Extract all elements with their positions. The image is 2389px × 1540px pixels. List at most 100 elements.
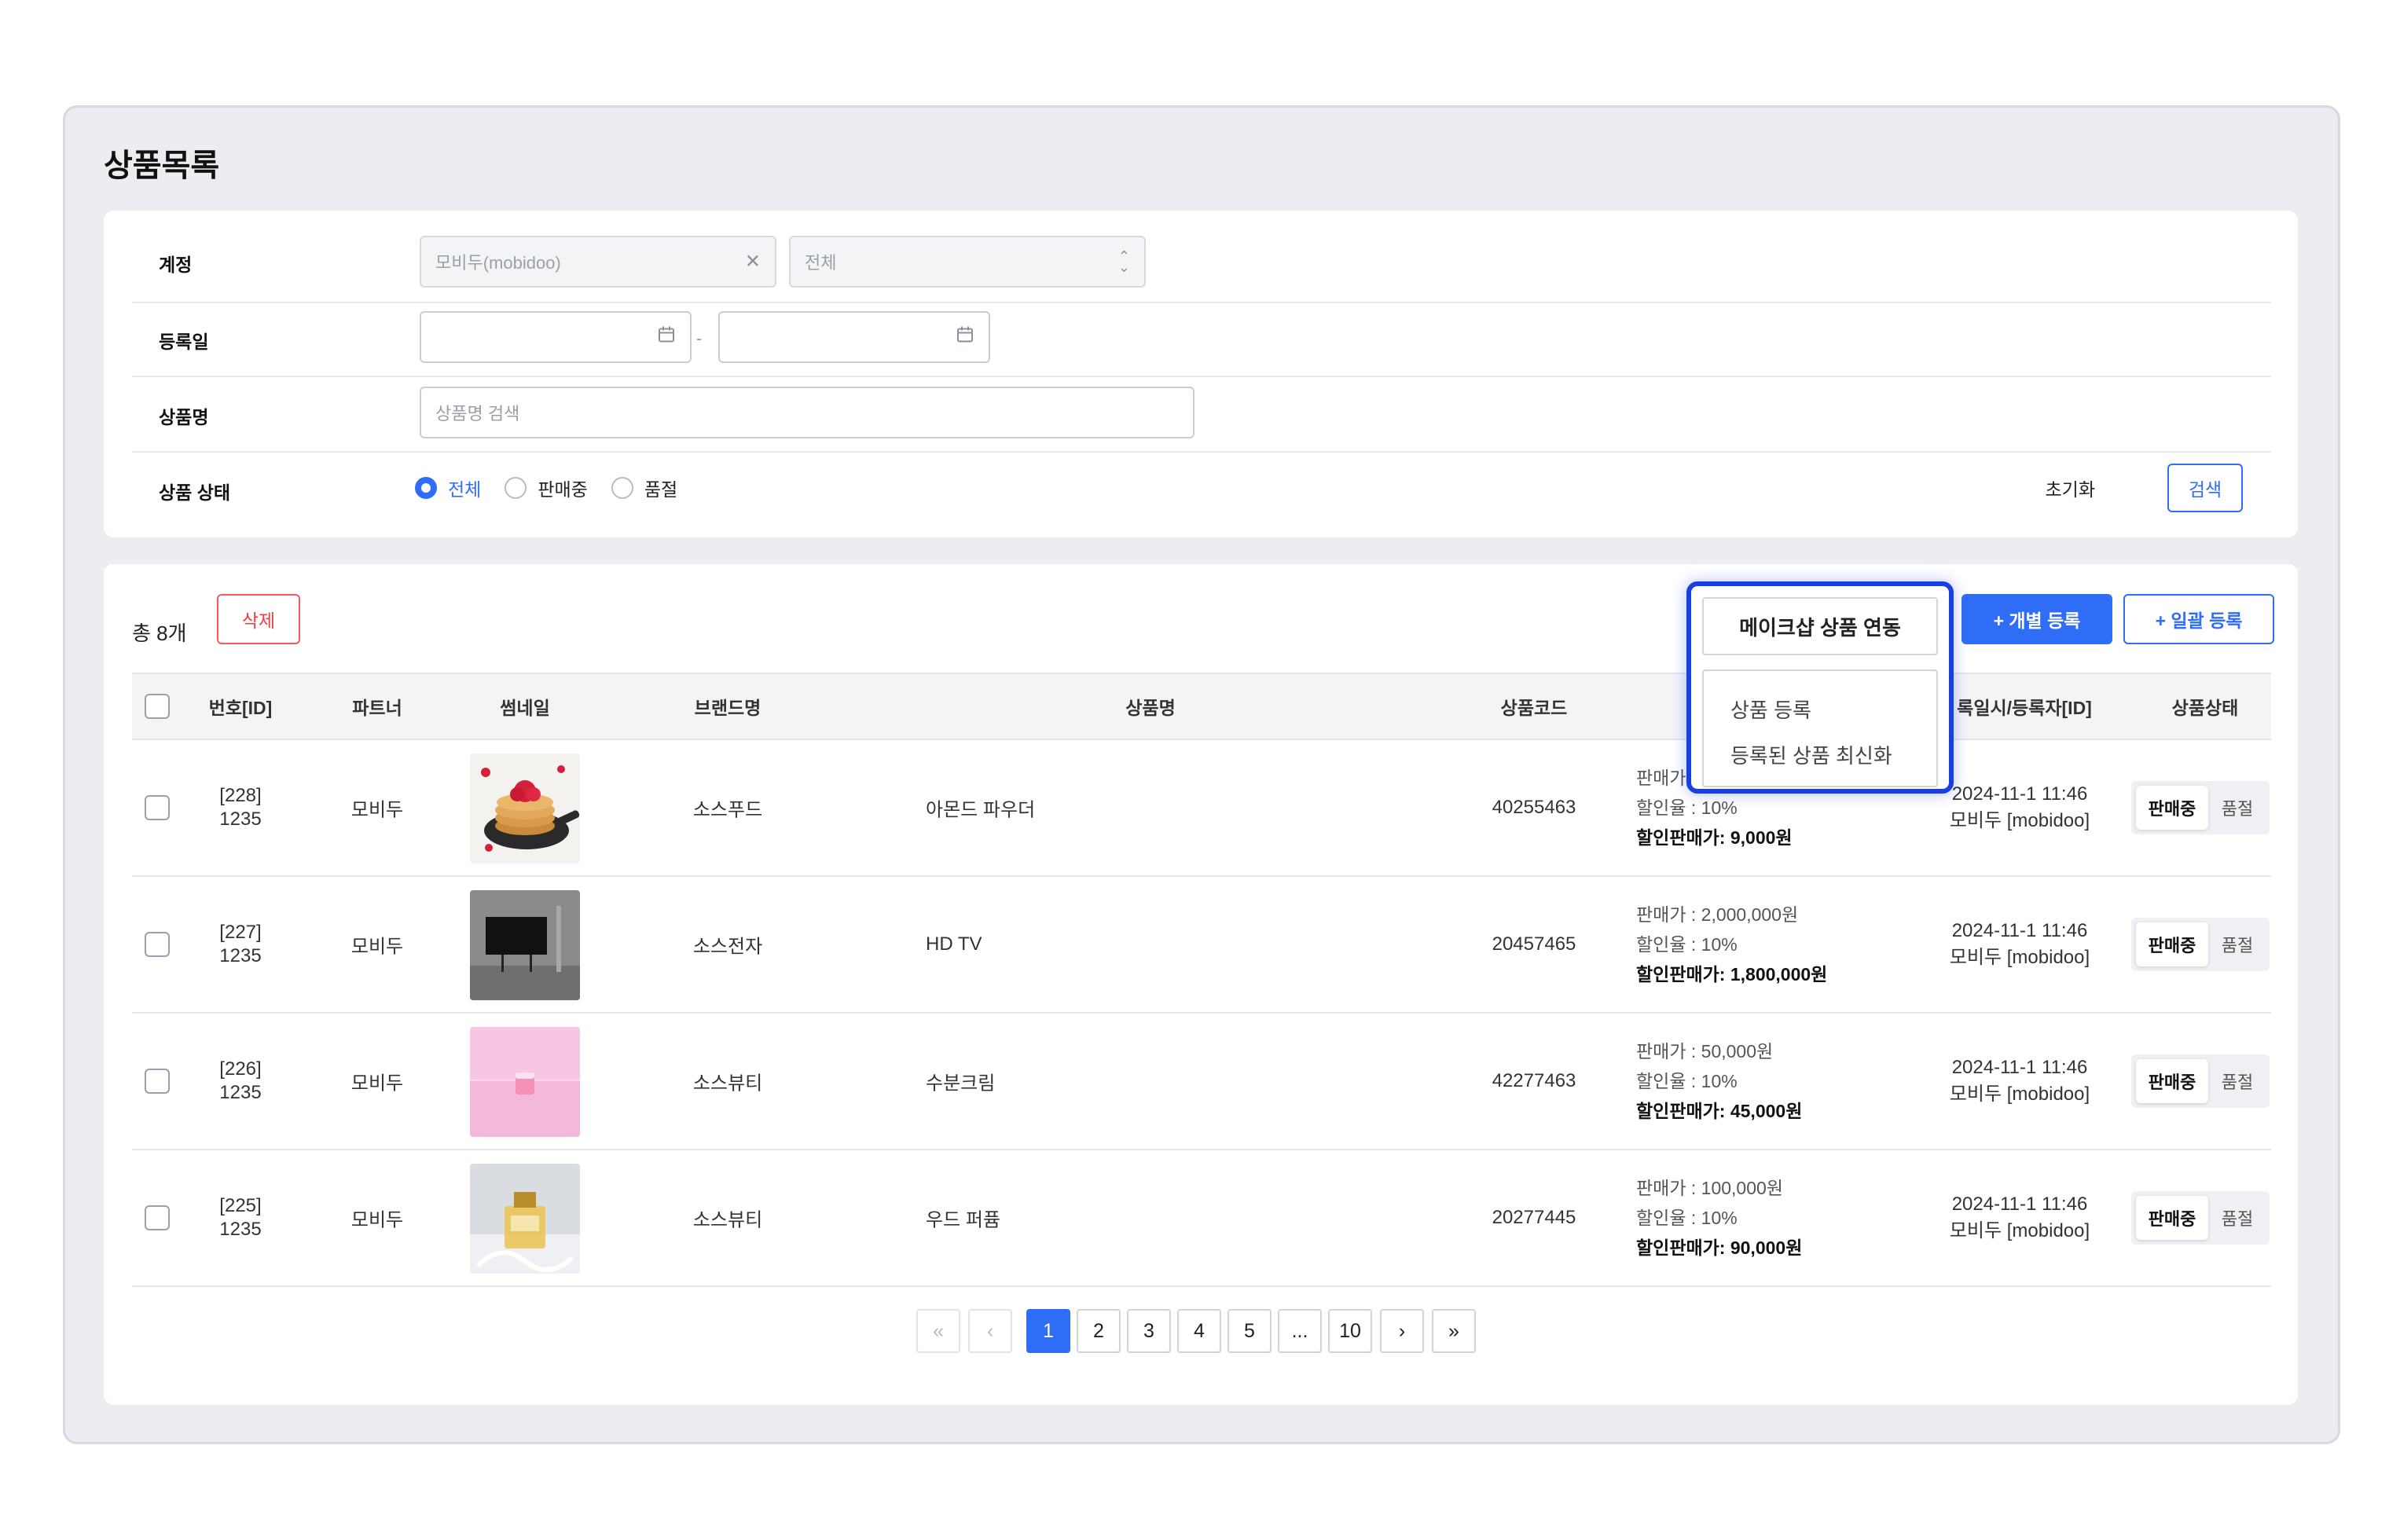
radio-on-sale[interactable]: 판매중 <box>505 475 588 501</box>
row-checkbox[interactable] <box>145 795 170 820</box>
perfume-image <box>470 1164 580 1274</box>
row-reg-info: 2024-11-1 11:46 모비두 [mobidoo] <box>1950 1054 2090 1108</box>
row-reg-info: 2024-11-1 11:46 모비두 [mobidoo] <box>1950 781 2090 834</box>
calendar-icon[interactable] <box>657 325 676 350</box>
register-single-button[interactable]: + 개별 등록 <box>1961 594 2112 644</box>
row-number: [226] 1235 <box>219 1058 261 1105</box>
status-on-sale[interactable]: 판매중 <box>2136 922 2208 966</box>
status-sold-out[interactable]: 품절 <box>2210 1196 2265 1240</box>
page-button[interactable]: 3 <box>1127 1309 1171 1353</box>
page-button[interactable]: 2 <box>1077 1309 1121 1353</box>
radio-all-label: 전체 <box>448 479 482 500</box>
price-label: 판매가 : 100,000원 <box>1636 1178 1783 1198</box>
radio-sold-out[interactable]: 품절 <box>611 475 677 501</box>
row-reg-info: 2024-11-1 11:46 모비두 [mobidoo] <box>1950 1191 2090 1245</box>
filter-row-name: 상품명 상품명 검색 <box>132 376 2271 453</box>
chevron-updown-icon: ⌃ ⌄ <box>1117 248 1130 275</box>
prev-page-button[interactable]: ‹ <box>968 1309 1012 1353</box>
page-button[interactable]: 4 <box>1177 1309 1221 1353</box>
delete-button[interactable]: 삭제 <box>217 594 300 644</box>
table-row: [226] 1235 모비두 소스뷰티 수분크림 42277463 판매가 : 5… <box>132 1014 2271 1150</box>
product-name-label: 상품명 <box>159 407 209 427</box>
reg-date-label: 등록일 <box>159 332 209 352</box>
col-partner: 파트너 <box>352 698 402 718</box>
reg-date: 2024-11-1 11:46 <box>1951 1057 2088 1078</box>
table-row: [225] 1235 모비두 소스뷰티 우드 퍼퓸 20277445 판매가 : … <box>132 1150 2271 1287</box>
status-sold-out[interactable]: 품절 <box>2210 1059 2265 1103</box>
status-toggle: 판매중 품절 <box>2131 1054 2270 1108</box>
filter-row-account: 계정 모비두(mobidoo) ✕ 전체 ⌃ ⌄ <box>132 211 2271 303</box>
row-partner: 모비두 <box>350 799 404 821</box>
status-label: 상품 상태 <box>159 482 231 503</box>
menu-item-register[interactable]: 상품 등록 <box>1730 695 1811 724</box>
status-toggle: 판매중 품절 <box>2131 781 2270 834</box>
radio-sold-out-label: 품절 <box>644 479 678 500</box>
page-button[interactable]: 1 <box>1026 1309 1070 1353</box>
radio-all[interactable]: 전체 <box>415 475 481 501</box>
row-no: [226] <box>219 1058 262 1080</box>
col-status: 상품상태 <box>2171 698 2239 718</box>
radio-dot <box>505 477 527 499</box>
product-name-placeholder: 상품명 검색 <box>435 404 520 424</box>
row-checkbox[interactable] <box>145 1069 170 1094</box>
registrant: 모비두 [mobidoo] <box>1949 1084 2090 1105</box>
reset-button[interactable]: 초기화 <box>2041 474 2100 502</box>
col-number: 번호[ID] <box>208 698 273 718</box>
row-checkbox[interactable] <box>145 932 170 957</box>
page-button[interactable]: 5 <box>1228 1309 1272 1353</box>
date-separator: - <box>696 328 703 348</box>
filter-row-date: 등록일 - <box>132 302 2271 377</box>
account-select[interactable]: 전체 ⌃ ⌄ <box>789 236 1146 288</box>
status-sold-out[interactable]: 품절 <box>2210 786 2265 830</box>
row-product-code: 42277463 <box>1492 1070 1576 1091</box>
reg-date: 2024-11-1 11:46 <box>1951 783 2088 805</box>
row-price: 판매가 : 2,000,000원 할인율 : 10% 할인판매가: 1,800,… <box>1636 900 1827 989</box>
account-label: 계정 <box>159 255 193 275</box>
product-name-input[interactable]: 상품명 검색 <box>420 387 1194 438</box>
pancake-image <box>470 754 580 864</box>
row-no: [227] <box>219 922 262 943</box>
last-page-button[interactable]: » <box>1432 1309 1476 1353</box>
page-button[interactable]: 10 <box>1328 1309 1372 1353</box>
row-product-name: HD TV <box>926 933 982 955</box>
search-button[interactable]: 검색 <box>2167 464 2243 512</box>
calendar-icon[interactable] <box>956 325 974 350</box>
page-ellipsis[interactable]: ... <box>1278 1309 1322 1353</box>
makeshop-sync-button[interactable]: 메이크샵 상품 연동 <box>1702 597 1938 655</box>
next-page-button[interactable]: › <box>1380 1309 1424 1353</box>
sale-price: 할인판매가: 1,800,000원 <box>1636 964 1828 984</box>
row-id: 1235 <box>219 1219 262 1240</box>
sale-price: 할인판매가: 90,000원 <box>1636 1238 1803 1258</box>
first-page-button[interactable]: « <box>916 1309 960 1353</box>
row-product-name: 아몬드 파우더 <box>926 799 1036 821</box>
tv-image <box>470 890 580 1000</box>
discount-rate: 할인율 : 10% <box>1636 798 1738 818</box>
row-id: 1235 <box>219 1082 262 1103</box>
reg-date: 2024-11-1 11:46 <box>1951 920 2088 941</box>
row-checkbox[interactable] <box>145 1205 170 1230</box>
status-on-sale[interactable]: 판매중 <box>2136 786 2208 830</box>
row-no: [225] <box>219 1195 262 1216</box>
status-toggle: 판매중 품절 <box>2131 1191 2270 1245</box>
status-toggle: 판매중 품절 <box>2131 918 2270 971</box>
filter-panel: 계정 모비두(mobidoo) ✕ 전체 ⌃ ⌄ 등록일 - 상품명 상품명 검색 <box>104 211 2298 537</box>
table-row: [227] 1235 모비두 소스전자 HD TV 20457465 판매가 : … <box>132 877 2271 1014</box>
filter-row-status: 상품 상태 전체 판매중 품절 초기화 검색 <box>132 451 2271 525</box>
row-number: [227] 1235 <box>219 921 261 968</box>
col-thumbnail: 썸네일 <box>500 698 550 718</box>
radio-on-sale-label: 판매중 <box>538 479 588 500</box>
menu-item-refresh[interactable]: 등록된 상품 최신화 <box>1730 740 1892 769</box>
row-number: [228] 1235 <box>219 784 261 831</box>
account-field[interactable]: 모비두(mobidoo) ✕ <box>420 236 776 288</box>
clear-icon[interactable]: ✕ <box>745 251 761 273</box>
start-date-input[interactable] <box>420 311 692 363</box>
status-on-sale[interactable]: 판매중 <box>2136 1059 2208 1103</box>
end-date-input[interactable] <box>718 311 990 363</box>
col-reg-info: 록일시/등록자[ID] <box>1957 698 2092 718</box>
status-on-sale[interactable]: 판매중 <box>2136 1196 2208 1240</box>
register-bulk-button[interactable]: + 일괄 등록 <box>2123 594 2274 644</box>
select-all-checkbox[interactable] <box>145 694 170 719</box>
status-sold-out[interactable]: 품절 <box>2210 922 2265 966</box>
row-product-code: 20277445 <box>1492 1207 1576 1228</box>
row-brand: 소스전자 <box>692 936 763 958</box>
